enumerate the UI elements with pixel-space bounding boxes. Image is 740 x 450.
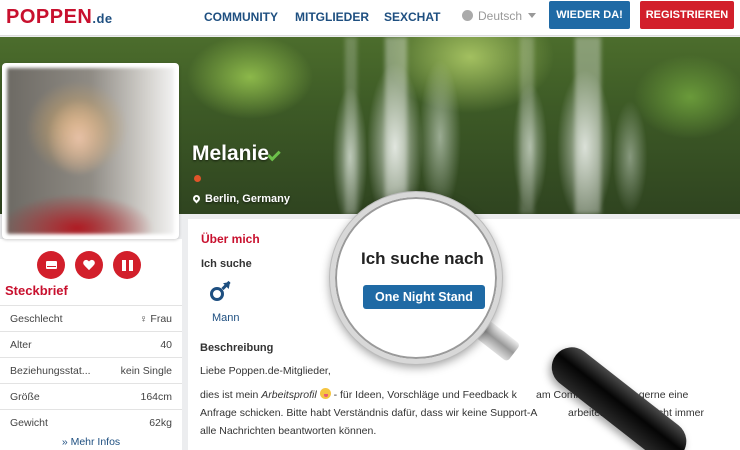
message-button[interactable] bbox=[37, 251, 65, 279]
waterfall-decoration bbox=[345, 37, 357, 214]
language-label: Deutsch bbox=[478, 9, 523, 23]
profile-photo-card bbox=[2, 63, 179, 239]
description-title: Beschreibung bbox=[200, 342, 274, 354]
chevron-double-down-icon: » bbox=[61, 436, 68, 448]
profile-location: Berlin, Germany bbox=[191, 193, 290, 205]
steckbrief-row-weight: Gewicht 62kg bbox=[0, 409, 182, 435]
login-button[interactable]: WIEDER DA! bbox=[549, 1, 630, 29]
magnified-heading: Ich suche nach bbox=[361, 249, 484, 268]
chevron-down-icon bbox=[528, 13, 537, 18]
emoji-icon bbox=[319, 388, 331, 399]
envelope-icon bbox=[45, 261, 57, 269]
nav-sexchat[interactable]: SEXCHAT bbox=[384, 10, 440, 24]
steckbrief-row-age: Alter 40 bbox=[0, 331, 182, 357]
magnifier-lens: Ich suche nach One Night Stand bbox=[330, 192, 502, 364]
row-value: ♀ Frau bbox=[140, 313, 172, 325]
online-status-dot bbox=[194, 175, 201, 182]
row-label: Gewicht bbox=[10, 416, 48, 429]
row-value: 62kg bbox=[149, 416, 172, 429]
description-line-2: Anfrage schicken. Bitte habt Verständnis… bbox=[200, 407, 538, 419]
more-info-link[interactable]: » Mehr Infos bbox=[0, 436, 182, 448]
seeking-value: Mann bbox=[212, 312, 240, 324]
profile-page: POPPEN.de COMMUNITY MITGLIEDER SEXCHAT D… bbox=[0, 0, 740, 450]
about-title: Über mich bbox=[201, 232, 260, 246]
steckbrief-title: Steckbrief bbox=[5, 283, 68, 298]
gender-value: Frau bbox=[150, 312, 172, 325]
text-prefix: dies ist mein bbox=[200, 389, 262, 401]
row-label: Alter bbox=[10, 338, 32, 351]
waterfall-decoration bbox=[575, 37, 601, 214]
language-selector[interactable]: Deutsch bbox=[462, 9, 537, 23]
row-label: Größe bbox=[10, 390, 40, 403]
more-info-label: Mehr Infos bbox=[70, 436, 121, 448]
location-text: Berlin, Germany bbox=[205, 193, 290, 205]
nav-mitglieder[interactable]: MITGLIEDER bbox=[295, 10, 369, 24]
row-value: 40 bbox=[160, 338, 172, 351]
logo-text: POPPEN bbox=[6, 6, 93, 28]
waterfall-decoration bbox=[520, 37, 534, 214]
row-value: 164cm bbox=[140, 390, 172, 403]
row-value: kein Single bbox=[120, 364, 172, 377]
site-logo[interactable]: POPPEN.de bbox=[6, 6, 113, 29]
steckbrief-row-gender: Geschlecht ♀ Frau bbox=[0, 305, 182, 331]
steckbrief-row-height: Größe 164cm bbox=[0, 383, 182, 409]
description-line-3: alle Nachrichten beantworten können. bbox=[200, 425, 377, 437]
row-label: Geschlecht bbox=[10, 312, 63, 325]
row-label: Beziehungsstat... bbox=[10, 364, 91, 377]
text-italic: Arbeitsprofil bbox=[261, 389, 317, 401]
register-button[interactable]: REGISTRIEREN bbox=[640, 1, 734, 29]
magnified-seeking-pill: One Night Stand bbox=[363, 285, 485, 309]
gift-button[interactable] bbox=[113, 251, 141, 279]
profile-photo[interactable] bbox=[7, 68, 174, 234]
text-line1-rest: - für Ideen, Vorschläge und Feedback k bbox=[330, 389, 517, 401]
profile-name: Melanie bbox=[192, 142, 270, 165]
gift-icon bbox=[121, 259, 133, 271]
waterfall-decoration bbox=[385, 37, 407, 214]
like-button[interactable] bbox=[75, 251, 103, 279]
female-icon: ♀ bbox=[139, 312, 148, 325]
nav-community[interactable]: COMMUNITY bbox=[204, 10, 278, 24]
logo-domain: .de bbox=[92, 11, 113, 26]
steckbrief-row-relationship: Beziehungsstat... kein Single bbox=[0, 357, 182, 383]
seeking-label: Ich suche bbox=[201, 258, 252, 270]
location-pin-icon bbox=[191, 193, 202, 204]
top-navigation-bar: POPPEN.de COMMUNITY MITGLIEDER SEXCHAT D… bbox=[0, 0, 740, 36]
globe-icon bbox=[462, 10, 473, 21]
heart-icon bbox=[83, 260, 95, 271]
description-greeting: Liebe Poppen.de-Mitglieder, bbox=[200, 365, 331, 377]
male-symbol-icon bbox=[210, 279, 233, 303]
